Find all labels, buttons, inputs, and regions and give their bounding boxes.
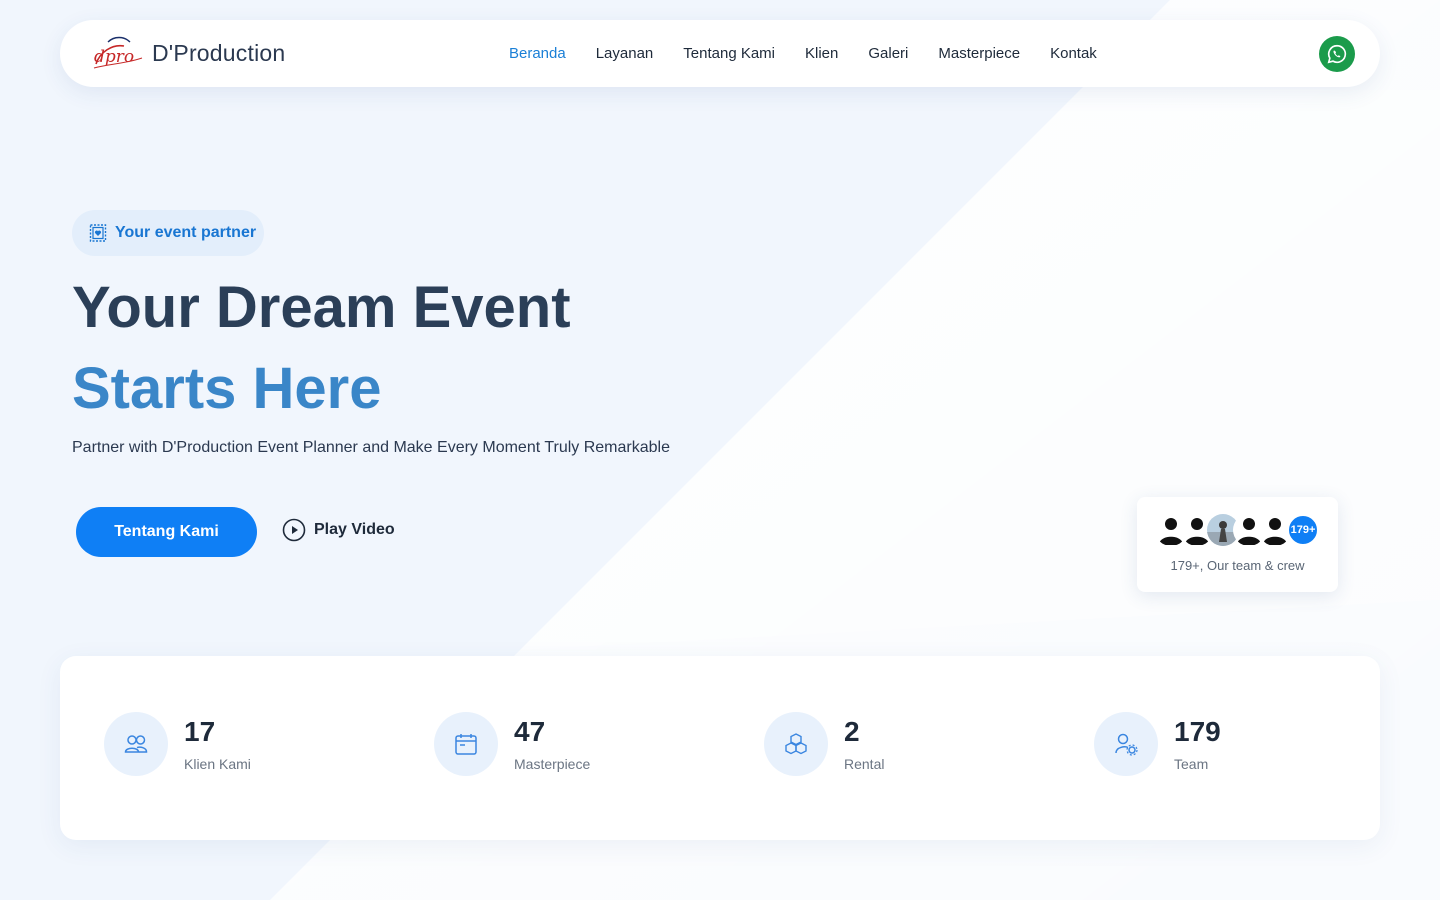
hero-subtitle: Partner with D'Production Event Planner … <box>72 439 670 456</box>
event-partner-badge: Your event partner <box>72 210 264 256</box>
stat-icon-wrap <box>104 712 168 776</box>
stat-rental: 2 Rental <box>764 712 1064 776</box>
nav-layanan[interactable]: Layanan <box>596 45 654 62</box>
nav-kontak[interactable]: Kontak <box>1050 45 1097 62</box>
team-count-badge: 179+ <box>1287 514 1319 546</box>
stats-card: 17 Klien Kami 47 Masterpiece 2 Rental 17… <box>60 656 1380 840</box>
play-circle-icon <box>282 518 306 542</box>
nav-galeri[interactable]: Galeri <box>868 45 908 62</box>
site-header: dpro D'Production Beranda Layanan Tentan… <box>60 20 1380 87</box>
stat-icon-wrap <box>434 712 498 776</box>
stat-icon-wrap <box>764 712 828 776</box>
nav-klien[interactable]: Klien <box>805 45 838 62</box>
nav-masterpiece[interactable]: Masterpiece <box>938 45 1020 62</box>
stat-label: Klien Kami <box>184 756 251 772</box>
team-caption: 179+, Our team & crew <box>1170 558 1305 573</box>
nav-tentang-kami[interactable]: Tentang Kami <box>683 45 775 62</box>
stat-label: Rental <box>844 756 885 772</box>
whatsapp-button[interactable] <box>1319 36 1355 72</box>
boxes-icon <box>785 733 807 755</box>
stat-label: Masterpiece <box>514 756 591 772</box>
brand-name: D'Production <box>152 39 286 66</box>
stat-value: 179 <box>1174 716 1221 747</box>
play-video-button[interactable]: Play Video <box>282 518 395 542</box>
stat-value: 2 <box>844 716 860 747</box>
nav-beranda[interactable]: Beranda <box>509 45 566 62</box>
team-card: 179+ 179+, Our team & crew <box>1137 497 1338 592</box>
whatsapp-icon <box>1327 44 1347 64</box>
stat-masterpiece: 47 Masterpiece <box>434 712 734 776</box>
play-video-label: Play Video <box>314 521 395 538</box>
hero-title-line2: Starts Here <box>72 356 382 421</box>
stat-value: 47 <box>514 716 546 747</box>
badge-label: Your event partner <box>115 224 257 241</box>
dpro-logo-icon: dpro <box>93 36 143 69</box>
stat-klien: 17 Klien Kami <box>104 712 404 776</box>
tentang-kami-button[interactable]: Tentang Kami <box>76 507 257 557</box>
hero-title-line1: Your Dream Event <box>72 275 571 340</box>
user-settings-icon <box>1115 733 1138 756</box>
stat-team: 179 Team <box>1094 712 1394 776</box>
team-avatars: 179+ <box>1155 514 1325 546</box>
stamp-heart-icon <box>89 224 107 242</box>
users-icon <box>124 735 148 753</box>
calendar-icon <box>455 734 477 755</box>
brand-logo[interactable]: dpro D'Production <box>90 34 285 72</box>
stat-label: Team <box>1174 756 1209 772</box>
stat-icon-wrap <box>1094 712 1158 776</box>
main-nav: Beranda Layanan Tentang Kami Klien Galer… <box>509 20 1127 87</box>
stat-value: 17 <box>184 716 216 747</box>
